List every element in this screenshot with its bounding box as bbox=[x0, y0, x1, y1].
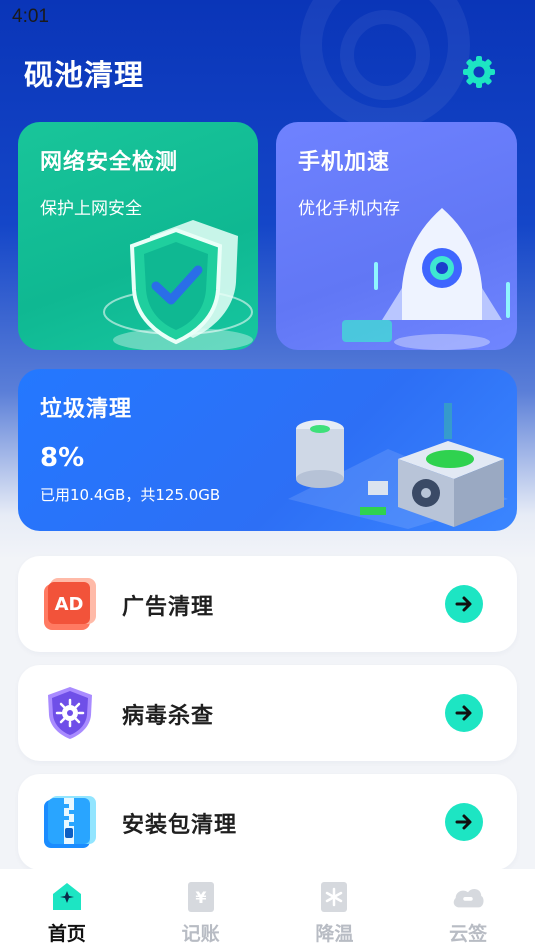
storage-usage-text: 已用10.4GB，共125.0GB bbox=[40, 486, 221, 504]
network-security-card[interactable]: 网络安全检测 保护上网安全 bbox=[18, 122, 258, 350]
phone-speed-card[interactable]: 手机加速 优化手机内存 bbox=[276, 122, 517, 350]
tab-cooling-label: 降温 bbox=[315, 923, 354, 945]
junk-percent: 8% bbox=[40, 443, 85, 473]
list-item-virus-scan[interactable]: 病毒杀查 bbox=[18, 665, 517, 761]
ad-clean-go-button[interactable] bbox=[445, 585, 483, 623]
junk-clean-card[interactable]: 垃圾清理 8% 已用10.4GB，共125.0GB bbox=[18, 369, 517, 531]
arrow-right-icon bbox=[455, 814, 472, 830]
shield-illustration-icon bbox=[103, 220, 253, 350]
tab-cooling[interactable]: 降温 bbox=[268, 869, 402, 951]
svg-text:AD: AD bbox=[55, 594, 84, 615]
app-title: 砚池清理 bbox=[24, 58, 145, 92]
virus-scan-go-button[interactable] bbox=[445, 694, 483, 732]
snowflake-icon bbox=[321, 882, 348, 912]
svg-text:¥: ¥ bbox=[195, 888, 206, 907]
junk-card-title: 垃圾清理 bbox=[40, 397, 133, 422]
arrow-right-icon bbox=[455, 596, 472, 612]
list-item-apk-clean[interactable]: 安装包清理 bbox=[18, 774, 517, 870]
status-time: 4:01 bbox=[12, 6, 49, 27]
tab-cloud-sign-label: 云签 bbox=[449, 923, 488, 945]
apk-clean-go-button[interactable] bbox=[445, 803, 483, 841]
speed-card-title: 手机加速 bbox=[298, 150, 391, 175]
bottom-tab-bar: 首页 ¥ 记账 降温 云签 bbox=[0, 869, 535, 951]
gear-icon bbox=[463, 56, 495, 88]
tab-cloud-sign[interactable]: 云签 bbox=[401, 869, 535, 951]
tab-home-label: 首页 bbox=[47, 923, 86, 945]
tab-ledger-label: 记账 bbox=[181, 923, 220, 945]
virus-shield-icon bbox=[48, 687, 92, 739]
tab-ledger[interactable]: ¥ 记账 bbox=[134, 869, 268, 951]
arrow-right-icon bbox=[455, 705, 472, 721]
cloud-sign-icon bbox=[453, 888, 484, 908]
apk-clean-label: 安装包清理 bbox=[122, 813, 238, 838]
ad-icon: AD bbox=[44, 578, 96, 630]
list-item-ad-clean[interactable]: AD 广告清理 bbox=[18, 556, 517, 652]
tab-home[interactable]: 首页 bbox=[0, 869, 134, 951]
rocket-illustration-icon bbox=[342, 208, 510, 350]
network-card-title: 网络安全检测 bbox=[40, 150, 179, 175]
zip-package-icon bbox=[44, 796, 96, 848]
home-icon bbox=[52, 883, 81, 910]
virus-scan-label: 病毒杀查 bbox=[122, 704, 215, 729]
ledger-icon: ¥ bbox=[187, 882, 214, 912]
storage-device-illustration-icon bbox=[288, 403, 508, 529]
settings-button[interactable] bbox=[459, 53, 499, 91]
ad-clean-label: 广告清理 bbox=[122, 595, 215, 620]
